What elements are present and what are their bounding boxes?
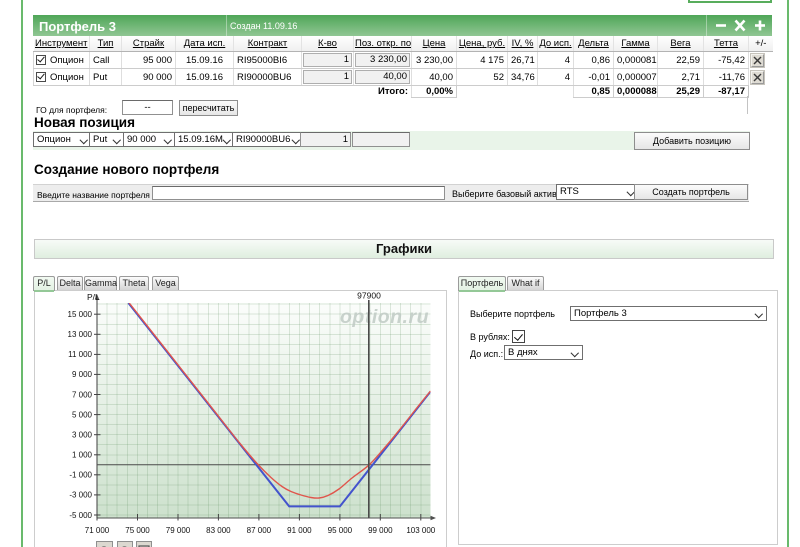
svg-text:91 000: 91 000 [287, 526, 312, 535]
svg-text:P/L: P/L [87, 292, 100, 302]
svg-text:5 000: 5 000 [72, 410, 93, 419]
svg-text:97900: 97900 [357, 291, 381, 301]
svg-text:-3 000: -3 000 [69, 491, 92, 500]
svg-text:79 000: 79 000 [166, 526, 191, 535]
svg-text:87 000: 87 000 [247, 526, 272, 535]
svg-text:103 000: 103 000 [406, 526, 435, 535]
svg-text:99 000: 99 000 [368, 526, 393, 535]
svg-text:-1 000: -1 000 [69, 471, 92, 480]
svg-text:11 000: 11 000 [68, 350, 92, 359]
svg-text:95 000: 95 000 [328, 526, 353, 535]
svg-text:-5 000: -5 000 [69, 511, 92, 520]
svg-text:1 000: 1 000 [72, 451, 93, 460]
svg-text:15 000: 15 000 [68, 310, 93, 319]
svg-text:13 000: 13 000 [68, 330, 93, 339]
svg-text:7 000: 7 000 [72, 390, 93, 399]
svg-text:75 000: 75 000 [125, 526, 150, 535]
svg-text:71 000: 71 000 [85, 526, 110, 535]
svg-text:83 000: 83 000 [206, 526, 231, 535]
svg-text:option.ru: option.ru [340, 306, 429, 328]
svg-text:9 000: 9 000 [72, 370, 93, 379]
svg-text:3 000: 3 000 [72, 431, 93, 440]
